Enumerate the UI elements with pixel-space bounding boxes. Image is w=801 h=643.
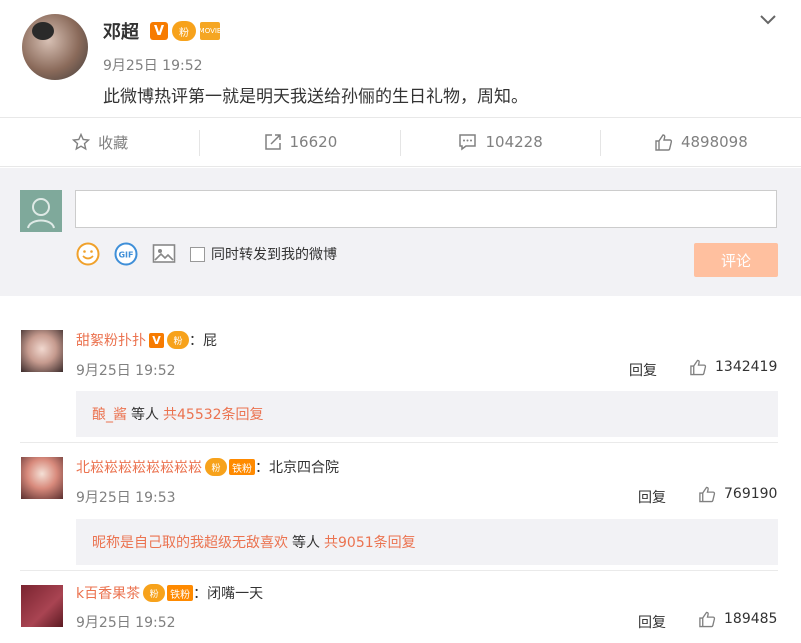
emoji-icon[interactable] [76,242,100,266]
verified-badge-icon: V [149,332,164,348]
post-text: 此微博热评第一就是明天我送给孙俪的生日礼物，周知。 [103,87,528,107]
post-time[interactable]: 9月25日 19:52 [103,55,203,75]
comment-text: ：北京四合院 [255,460,339,476]
comment-text: ：闭嘴一天 [193,586,264,602]
comment-composer: GIF 同时转发到我的微博 评论 [0,168,801,296]
comment-count: 104228 [485,133,543,151]
commenter-name[interactable]: k百香果茶 [76,583,140,603]
comment-header: 北崧崧崧崧崧崧崧崧 粉 铁粉 ：北京四合院 [76,457,339,477]
comment-text: ：屁 [189,333,217,349]
composer-tools: GIF 同时转发到我的微博 [76,240,337,268]
reply-button[interactable]: 回复 [629,360,657,380]
movie-badge-icon: MOVIE [199,22,221,40]
like-button[interactable]: 4898098 [601,118,801,166]
comment-button[interactable]: 104228 [401,118,602,166]
fan-badge-icon: 粉 [172,21,196,41]
repost-count: 16620 [289,133,338,151]
iron-fan-badge: 铁粉 [167,585,194,601]
weibo-post: 邓超 V 粉 MOVIE 9月25日 19:52 此微博热评第一就是明天我送给孙… [0,0,801,118]
chevron-down-icon[interactable] [760,14,776,26]
sync-repost-label[interactable]: 同时转发到我的微博 [211,244,337,264]
divider [20,442,778,443]
default-avatar-icon [27,198,55,229]
sub-reply-mid: 等人 [131,407,159,423]
repost-icon [264,134,281,150]
reply-button[interactable]: 回复 [638,487,666,507]
commenter-avatar[interactable] [21,457,63,499]
reply-button[interactable]: 回复 [638,612,666,632]
commenter-avatar[interactable] [21,330,63,372]
fan-badge-icon: 粉 [205,458,227,476]
comment-time: 9月25日 19:53 [76,490,176,506]
comment-time: 9月25日 19:52 [76,363,176,379]
comment-header: 甜絮粉扑扑 V 粉 ：屁 [76,330,217,350]
svg-text:GIF: GIF [118,251,133,260]
thumbs-up-icon [655,134,673,151]
star-icon [72,133,91,151]
commenter-name[interactable]: 北崧崧崧崧崧崧崧崧 [76,457,202,477]
author-avatar[interactable] [22,14,88,80]
like-count: 4898098 [680,133,748,151]
image-icon[interactable] [152,243,176,265]
my-avatar [20,190,62,232]
comment-like-button[interactable]: 1342419 [689,358,777,376]
commenter-name[interactable]: 甜絮粉扑扑 [76,330,146,350]
sub-replies[interactable]: 昵称是自己取的我超级无敌喜欢 等人 共9051条回复 [76,519,778,565]
comment-header: k百香果茶 粉 铁粉 ：闭嘴一天 [76,583,263,603]
sub-reply-mid: 等人 [292,535,320,551]
submit-comment-button[interactable]: 评论 [694,243,778,277]
thumbs-up-icon [699,611,716,628]
sub-reply-user[interactable]: 酿_酱 [92,404,127,424]
sub-reply-count[interactable]: 共9051条回复 [324,532,416,552]
thumbs-up-icon [690,359,707,376]
comment-like-count: 189485 [724,611,778,627]
author-name[interactable]: 邓超 [103,18,139,44]
comment-time: 9月25日 19:52 [76,615,176,631]
favorite-label: 收藏 [98,133,129,152]
thumbs-up-icon [699,486,716,503]
comment-like-count: 1342419 [715,359,778,375]
sync-repost-checkbox[interactable] [190,246,205,262]
verified-badge-icon: V [150,22,168,40]
comment-like-button[interactable]: 769190 [698,485,777,503]
comment-like-count: 769190 [724,486,778,502]
action-bar: 收藏 16620 104228 4898098 [0,117,801,167]
favorite-button[interactable]: 收藏 [0,118,201,166]
gif-icon[interactable]: GIF [114,242,138,266]
comment-icon [459,134,477,151]
sub-reply-count[interactable]: 共45532条回复 [163,404,264,424]
divider [20,570,778,571]
sub-reply-user[interactable]: 昵称是自己取的我超级无敌喜欢 [92,532,288,552]
fan-badge-icon: 粉 [167,331,189,349]
repost-button[interactable]: 16620 [200,118,401,166]
commenter-avatar[interactable] [21,585,63,627]
fan-badge-icon: 粉 [143,584,166,602]
sub-replies[interactable]: 酿_酱 等人 共45532条回复 [76,391,778,437]
comment-input[interactable] [75,190,777,228]
comment-like-button[interactable]: 189485 [698,610,777,628]
iron-fan-badge: 铁粉 [229,459,255,475]
